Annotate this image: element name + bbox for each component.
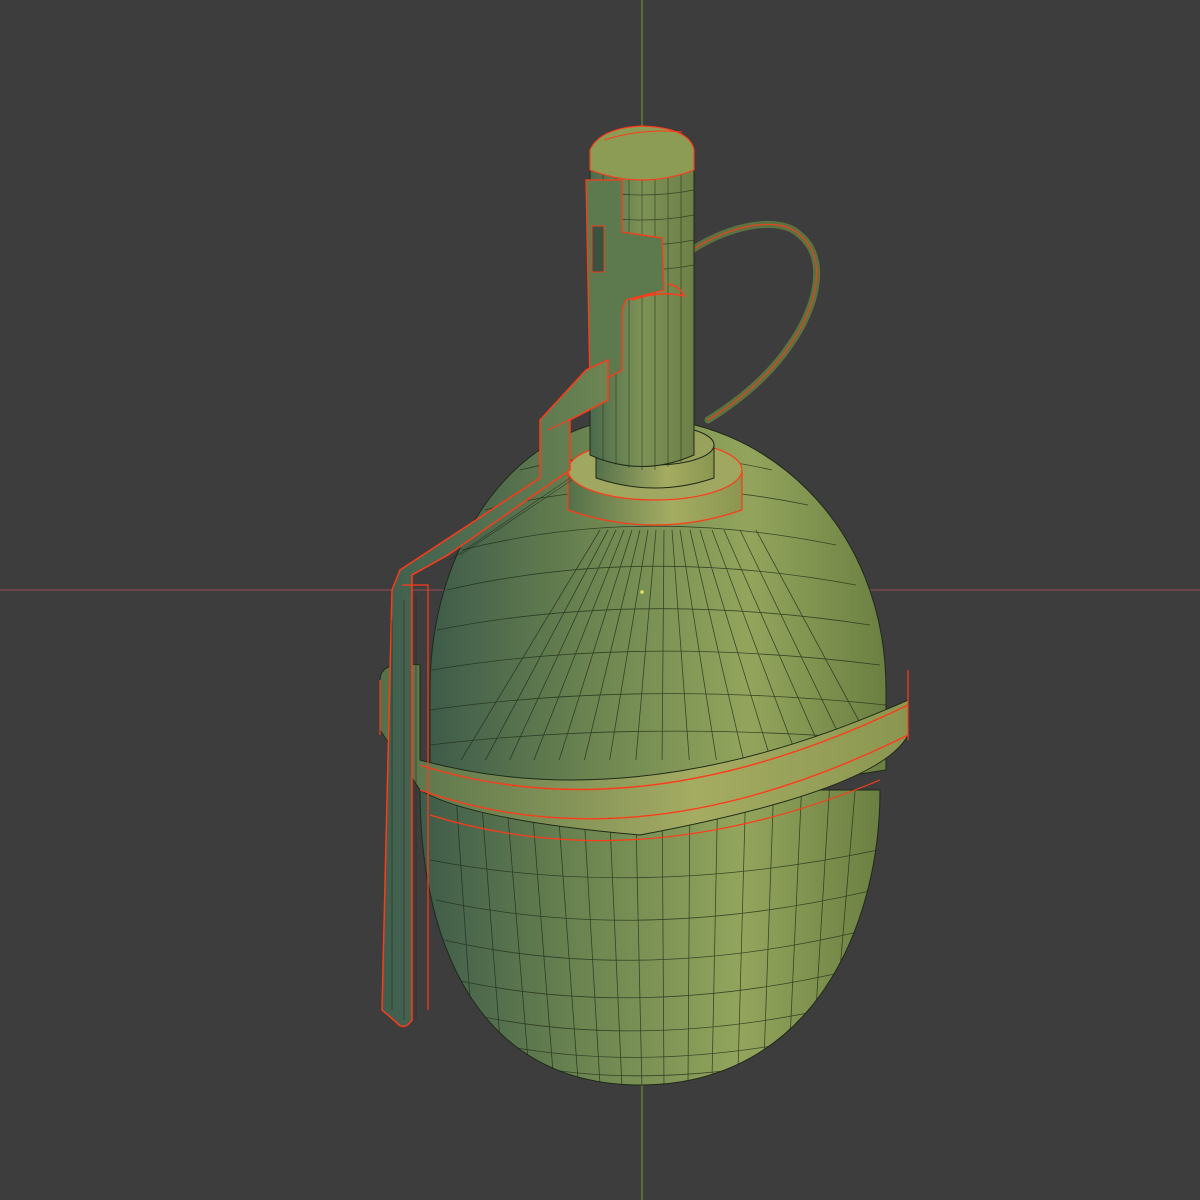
body-lower [419,789,881,1086]
viewport-canvas[interactable] [0,0,1200,1200]
pull-ring[interactable] [688,220,821,424]
3d-viewport[interactable] [0,0,1200,1200]
fuse-cap [589,125,695,181]
grenade-mesh[interactable] [379,125,909,1090]
object-origin [640,590,644,594]
